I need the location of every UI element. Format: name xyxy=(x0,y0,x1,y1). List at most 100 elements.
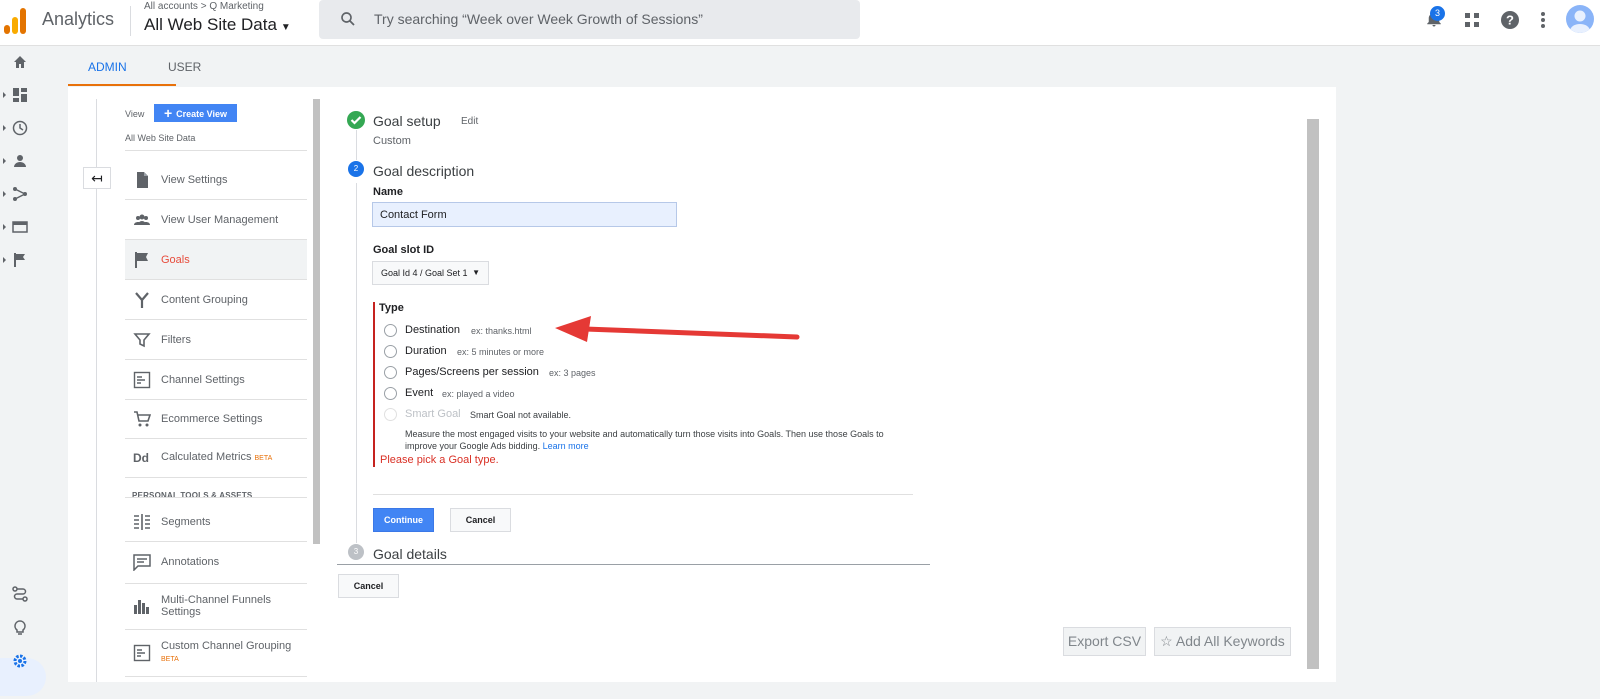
nav-ecommerce-settings[interactable]: Ecommerce Settings xyxy=(125,399,307,438)
expand-arrow-icon[interactable] xyxy=(3,158,6,164)
form-scrollbar[interactable] xyxy=(1307,119,1319,669)
nav-goals[interactable]: Goals xyxy=(125,240,307,279)
type-destination-label: Destination xyxy=(405,324,461,336)
tab-user[interactable]: USER xyxy=(168,60,201,74)
search-bar[interactable]: Try searching “Week over Week Growth of … xyxy=(319,0,860,39)
clock-icon[interactable] xyxy=(12,120,28,136)
plus-icon: + xyxy=(163,104,173,121)
tab-bar: ADMIN USER xyxy=(68,46,1336,86)
continue-button[interactable]: Continue xyxy=(373,508,434,532)
help-icon[interactable]: ? xyxy=(1500,10,1520,30)
expand-arrow-icon[interactable] xyxy=(3,125,6,131)
expand-arrow-icon[interactable] xyxy=(3,92,6,98)
svg-text:?: ? xyxy=(1506,13,1514,28)
customization-icon[interactable] xyxy=(12,87,28,103)
step-connector xyxy=(356,183,357,543)
goal-slot-value: Goal Id 4 / Goal Set 1 xyxy=(381,268,468,278)
type-label: Type xyxy=(379,302,404,314)
type-smart-goal-note: Smart Goal not available. xyxy=(470,410,572,420)
smart-goal-desc-text: Measure the most engaged visits to your … xyxy=(405,429,884,451)
nav-view-settings[interactable]: View Settings xyxy=(125,160,307,199)
search-icon xyxy=(341,12,355,26)
breadcrumb-account[interactable]: Q Marketing xyxy=(209,1,263,12)
nav-label: Multi-Channel Funnels Settings xyxy=(161,594,272,618)
dropdown-caret-icon: ▼ xyxy=(280,22,291,33)
analytics-logo[interactable] xyxy=(4,6,28,34)
add-all-keywords-button[interactable]: ☆ Add All Keywords xyxy=(1154,627,1291,656)
radio-duration[interactable] xyxy=(384,345,397,358)
nav-multi-channel-funnels[interactable]: Multi-Channel Funnels Settings xyxy=(125,584,307,628)
view-label: View xyxy=(125,109,145,119)
expand-arrow-icon[interactable] xyxy=(3,257,6,263)
more-vert-icon[interactable] xyxy=(1540,11,1546,29)
radio-destination[interactable] xyxy=(384,324,397,337)
home-icon[interactable] xyxy=(12,54,28,70)
behavior-icon[interactable] xyxy=(12,219,28,235)
nav-label-text: Custom Channel Grouping xyxy=(161,640,292,652)
cancel-button[interactable]: Cancel xyxy=(450,508,511,532)
step-details-title: Goal details xyxy=(373,546,447,562)
radio-pages-per-session[interactable] xyxy=(384,366,397,379)
step-number-badge: 2 xyxy=(348,161,364,177)
type-duration-example: ex: 5 minutes or more xyxy=(457,347,545,357)
export-csv-button[interactable]: Export CSV xyxy=(1063,627,1146,656)
beta-badge: BETA xyxy=(161,656,179,663)
person-icon[interactable] xyxy=(12,153,28,169)
type-smart-goal-label: Smart Goal xyxy=(405,408,461,420)
nav-calculated-metrics[interactable]: Dd Calculated Metrics BETA xyxy=(125,438,307,477)
lightbulb-icon[interactable] xyxy=(12,620,28,636)
nav-label: Goals xyxy=(161,253,190,266)
divider xyxy=(125,676,307,677)
property-name: All Web Site Data xyxy=(144,15,277,34)
attribution-icon[interactable] xyxy=(12,586,28,602)
smart-goal-description: Measure the most engaged visits to your … xyxy=(405,428,905,452)
breadcrumb-accounts[interactable]: All accounts xyxy=(144,1,198,12)
tab-admin[interactable]: ADMIN xyxy=(88,60,127,74)
nav-label: View Settings xyxy=(161,173,228,186)
nav-label: Ecommerce Settings xyxy=(161,412,263,425)
nav-channel-settings[interactable]: Channel Settings xyxy=(125,360,307,399)
expand-arrow-icon[interactable] xyxy=(3,191,6,197)
add-keywords-label: Add All Keywords xyxy=(1175,633,1285,649)
flag-icon[interactable] xyxy=(12,252,28,268)
star-icon: ☆ xyxy=(1160,633,1173,649)
property-selector[interactable]: All Web Site Data ▼ xyxy=(144,15,291,35)
divider xyxy=(373,494,913,495)
sidebar-scrollbar[interactable] xyxy=(313,99,320,544)
flag-icon xyxy=(135,251,148,268)
nav-label: Custom Channel Grouping BETA xyxy=(161,640,291,666)
divider xyxy=(337,564,930,565)
nav-filters[interactable]: Filters xyxy=(125,320,307,359)
left-rail xyxy=(0,46,46,699)
dd-icon: Dd xyxy=(133,450,149,465)
nav-custom-channel-grouping[interactable]: Custom Channel Grouping BETA xyxy=(125,630,307,676)
learn-more-link[interactable]: Learn more xyxy=(543,441,589,451)
nav-annotations[interactable]: Annotations xyxy=(125,542,307,581)
gear-icon[interactable] xyxy=(12,653,28,669)
apps-grid-icon[interactable] xyxy=(1464,12,1480,28)
goal-name-input[interactable] xyxy=(372,202,677,227)
nav-label: Filters xyxy=(161,333,191,346)
account-avatar[interactable] xyxy=(1566,5,1594,33)
slot-id-label: Goal slot ID xyxy=(373,244,435,256)
nav-label: View User Management xyxy=(161,213,279,226)
nav-label: Content Grouping xyxy=(161,293,248,306)
channel-icon xyxy=(133,371,151,388)
cancel-goal-button[interactable]: Cancel xyxy=(338,574,399,598)
edit-setup-link[interactable]: Edit xyxy=(461,116,478,127)
nav-label: Channel Settings xyxy=(161,373,245,386)
back-arrow-button[interactable]: ↤ xyxy=(83,167,111,189)
nav-segments[interactable]: Segments xyxy=(125,502,307,541)
breadcrumb[interactable]: All accounts > Q Marketing xyxy=(144,1,264,12)
goal-slot-select[interactable]: Goal Id 4 / Goal Set 1 ▼ xyxy=(372,261,489,285)
expand-arrow-icon[interactable] xyxy=(3,224,6,230)
grouping-icon xyxy=(135,291,149,308)
bar-chart-icon xyxy=(134,600,149,614)
nav-view-user-management[interactable]: View User Management xyxy=(125,200,307,239)
radio-event[interactable] xyxy=(384,387,397,400)
acquisition-icon[interactable] xyxy=(12,186,28,202)
type-event-label: Event xyxy=(405,387,434,399)
create-view-button[interactable]: + Create View xyxy=(154,104,237,122)
nav-content-grouping[interactable]: Content Grouping xyxy=(125,280,307,319)
create-view-label: Create View xyxy=(176,108,228,119)
